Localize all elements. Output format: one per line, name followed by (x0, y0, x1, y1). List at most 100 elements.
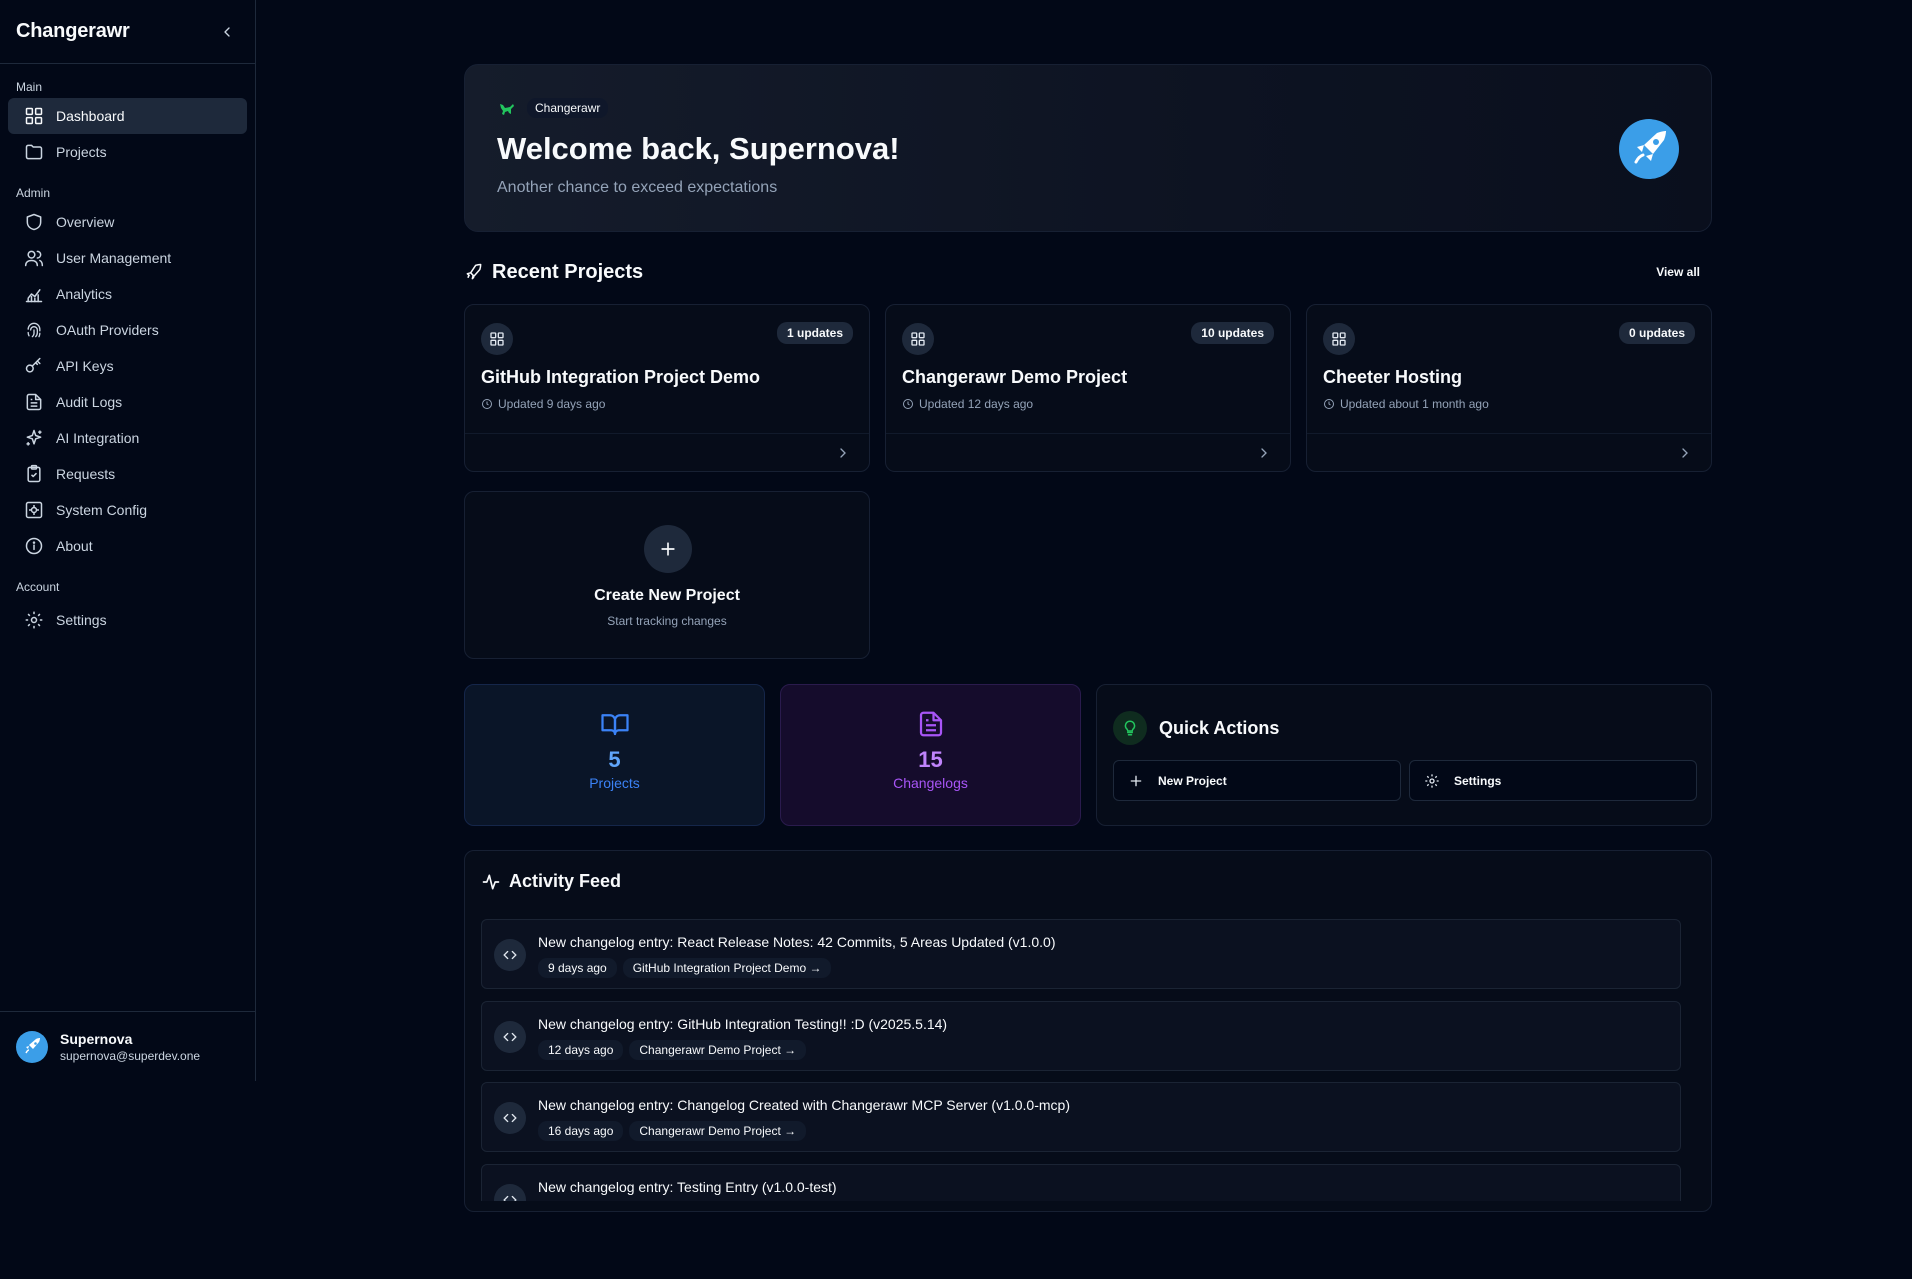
user-profile[interactable]: Supernova supernova@superdev.one (0, 1011, 255, 1081)
activity-project-link[interactable]: GitHub Integration Project Demo → (622, 958, 832, 978)
sidebar-item-analytics[interactable]: Analytics (8, 276, 247, 312)
projects-stat-card[interactable]: 5 Projects (464, 684, 765, 826)
sidebar-item-label: Settings (56, 612, 107, 628)
collapse-sidebar-button[interactable] (215, 20, 239, 44)
sidebar-item-label: OAuth Providers (56, 322, 159, 338)
avatar (1619, 119, 1679, 179)
file-text-icon (26, 393, 42, 411)
sidebar-item-label: API Keys (56, 358, 114, 374)
activity-meta: 12 days ago Changerawr Demo Project → (538, 1040, 807, 1060)
sidebar-item-label: Requests (56, 466, 116, 482)
add-project-button[interactable] (644, 525, 692, 573)
book-open-icon (600, 714, 629, 736)
sidebar-item-label: Analytics (56, 286, 113, 302)
activity-project-link[interactable]: Changerawr Demo Project → (629, 1121, 807, 1141)
list-item[interactable]: New changelog entry: Changelog Created w… (481, 1082, 1681, 1152)
updates-badge: 1 updates (776, 322, 853, 344)
activity-time: 9 days ago (538, 958, 617, 978)
activity-list: New changelog entry: React Release Notes… (481, 919, 1681, 1201)
chevron-right-icon[interactable] (1677, 445, 1693, 461)
activity-feed: Activity Feed New changelog entry: React… (464, 850, 1712, 1212)
user-name: Supernova (60, 1030, 133, 1047)
sidebar-item-projects[interactable]: Projects (8, 134, 247, 170)
sidebar-item-requests[interactable]: Requests (8, 456, 247, 492)
changelogs-count: 15 (918, 747, 943, 772)
code-icon (494, 1021, 526, 1053)
sidebar-item-label: About (56, 538, 93, 554)
project-card[interactable]: 1 updates GitHub Integration Project Dem… (464, 304, 870, 472)
sidebar: Changerawr Main Dashboard Projects Admin… (0, 0, 256, 1081)
view-all-link[interactable]: View all (1656, 265, 1700, 279)
sparkles-icon (26, 429, 42, 446)
project-updated: Updated 12 days ago (902, 397, 1033, 411)
dashboard-icon (911, 332, 925, 346)
activity-time: 16 days ago (538, 1121, 624, 1141)
sidebar-item-overview[interactable]: Overview (8, 204, 247, 240)
sidebar-header: Changerawr (0, 0, 255, 64)
activity-project-link[interactable]: Changerawr Demo Project → (629, 1040, 807, 1060)
list-item[interactable]: New changelog entry: React Release Notes… (481, 919, 1681, 989)
chevron-left-icon (224, 26, 230, 37)
project-name: Changerawr Demo Project (902, 367, 1128, 387)
gear-icon (25, 611, 43, 629)
sidebar-item-oauth-providers[interactable]: OAuth Providers (8, 312, 247, 348)
project-card[interactable]: 10 updates Changerawr Demo Project Updat… (885, 304, 1291, 472)
create-project-card[interactable]: Create New Project Start tracking change… (464, 491, 870, 659)
dashboard-icon (25, 107, 43, 125)
activity-text: New changelog entry: GitHub Integration … (538, 1016, 948, 1032)
recent-projects-header: Recent Projects View all (464, 258, 1712, 286)
welcome-banner: Changerawr Welcome back, Supernova! Anot… (464, 64, 1712, 232)
project-icon (902, 323, 934, 355)
shield-icon (26, 213, 42, 231)
new-project-button[interactable]: New Project (1113, 760, 1401, 801)
activity-feed-title: Activity Feed (509, 871, 622, 891)
sidebar-item-system-config[interactable]: System Config (8, 492, 247, 528)
updated-text: Updated 12 days ago (919, 397, 1034, 411)
sidebar-item-ai-integration[interactable]: AI Integration (8, 420, 247, 456)
settings-button[interactable]: Settings (1409, 760, 1697, 801)
sidebar-item-label: Projects (56, 144, 107, 160)
rocket-icon (25, 1037, 40, 1053)
sidebar-item-about[interactable]: About (8, 528, 247, 564)
hero-badge: Changerawr (497, 98, 609, 118)
activity-meta: 16 days ago Changerawr Demo Project → (538, 1121, 807, 1141)
changelogs-stat-card[interactable]: 15 Changelogs (780, 684, 1081, 826)
sidebar-item-audit-logs[interactable]: Audit Logs (8, 384, 247, 420)
dashboard-icon (490, 332, 504, 346)
list-item[interactable]: New changelog entry: Testing Entry (v1.0… (481, 1164, 1681, 1201)
sidebar-item-label: AI Integration (56, 430, 140, 446)
code-icon (494, 939, 526, 971)
info-icon (25, 537, 43, 555)
sidebar-item-dashboard[interactable]: Dashboard (8, 98, 247, 134)
settings-label: Settings (1454, 773, 1502, 788)
sidebar-item-settings[interactable]: Settings (8, 602, 247, 638)
divider (1307, 433, 1711, 434)
lightbulb-icon (1113, 711, 1147, 745)
list-item[interactable]: New changelog entry: GitHub Integration … (481, 1001, 1681, 1071)
clock-icon (482, 399, 492, 409)
activity-meta: 9 days ago GitHub Integration Project De… (538, 958, 832, 978)
activity-text: New changelog entry: React Release Notes… (538, 934, 1056, 950)
chevron-right-icon[interactable] (1256, 445, 1272, 461)
server-cog-icon (25, 501, 43, 519)
divider (886, 433, 1290, 434)
sidebar-item-api-keys[interactable]: API Keys (8, 348, 247, 384)
activity-feed-header: Activity Feed (481, 871, 621, 892)
updates-badge: 10 updates (1191, 322, 1274, 344)
sidebar-item-user-management[interactable]: User Management (8, 240, 247, 276)
project-icon (481, 323, 513, 355)
sidebar-item-label: Overview (56, 214, 115, 230)
hero-subtitle: Another chance to exceed expectations (497, 179, 778, 196)
plus-icon (1130, 775, 1142, 786)
activity-time: 12 days ago (538, 1040, 624, 1060)
rocket-icon (1634, 131, 1666, 164)
activity-text: New changelog entry: Changelog Created w… (538, 1097, 1070, 1113)
file-text-icon (919, 711, 942, 737)
chart-line-icon (25, 289, 43, 303)
users-icon (24, 250, 44, 267)
clock-icon (903, 399, 913, 409)
updates-badge: 0 updates (1618, 322, 1695, 344)
chevron-right-icon[interactable] (835, 445, 851, 461)
code-icon (494, 1184, 526, 1201)
project-card[interactable]: 0 updates Cheeter Hosting Updated about … (1306, 304, 1712, 472)
